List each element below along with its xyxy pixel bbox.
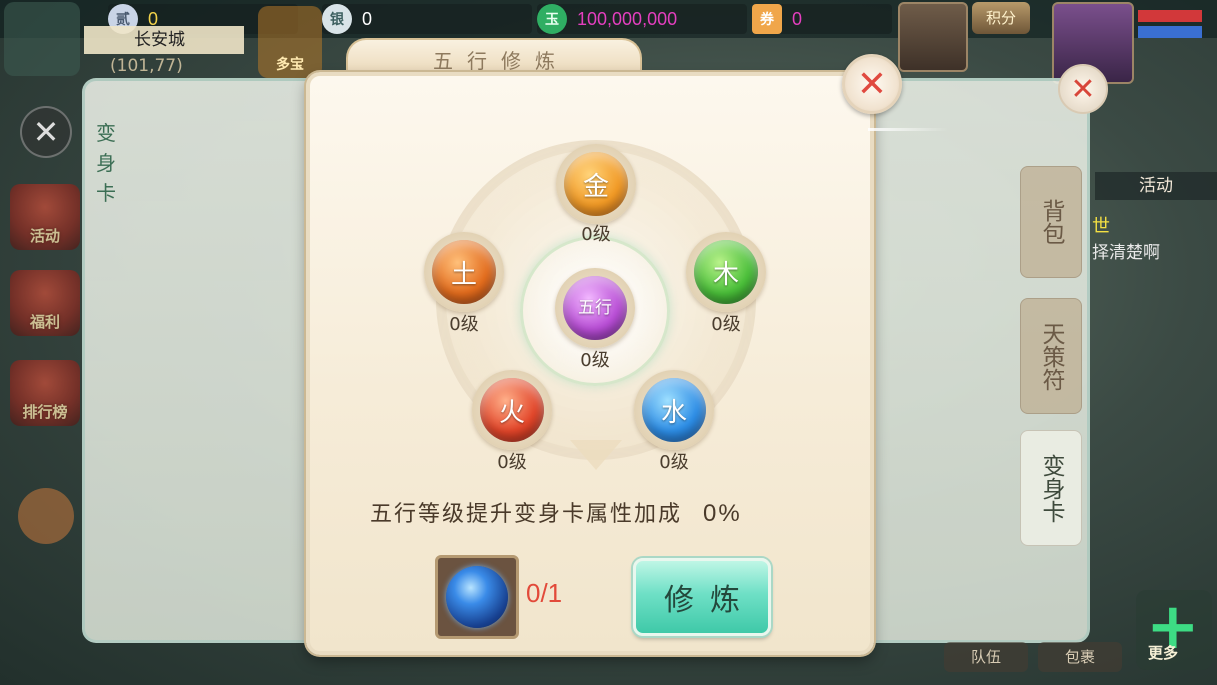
activity-line-1: 世 (1092, 216, 1110, 237)
tab-bag[interactable]: 背包 (1020, 166, 1082, 278)
metal-icon: 金 (564, 152, 628, 216)
silver-ingot-icon: 银 (322, 4, 352, 34)
element-center-level: 0级 (580, 350, 610, 371)
card-window-close-button[interactable]: ✕ (1058, 64, 1108, 114)
points-button[interactable]: 积分 (972, 2, 1030, 34)
mp-bar (1138, 26, 1202, 38)
resource-ticket[interactable]: 券 0 (752, 4, 892, 34)
resource-jade[interactable]: 玉 100,000,000 (537, 4, 747, 34)
material-count: 0/1 (526, 578, 563, 608)
activity-line-2: 择清楚啊 (1092, 243, 1160, 263)
element-metal-orb[interactable]: 金 (556, 144, 636, 224)
cultivate-button[interactable]: 修炼 (633, 558, 771, 636)
sidebar-item-activity[interactable]: 活动 (10, 184, 80, 250)
sidebar-item-welfare[interactable]: 福利 (10, 270, 80, 336)
tab-tiance-charm[interactable]: 天策符 (1020, 298, 1082, 414)
sidebar-item-label: 活动 (29, 227, 60, 245)
resource-ticket-value: 0 (792, 8, 803, 29)
element-fire-level: 0级 (497, 452, 527, 473)
sidebar-item-ranking[interactable]: 排行榜 (10, 360, 80, 426)
element-center-orb[interactable]: 五行 (555, 268, 635, 348)
shop-button[interactable]: 多宝 (258, 6, 322, 78)
ticket-icon: 券 (752, 4, 782, 34)
element-metal-level: 0级 (581, 224, 611, 245)
tab-label: 背包 (1038, 199, 1064, 245)
spirit-orb-item-icon (446, 566, 508, 628)
inventory-button[interactable]: 包裹 (1038, 642, 1122, 672)
resource-jade-value: 100,000,000 (577, 8, 678, 29)
resource-silver-value: 0 (362, 8, 373, 29)
city-coordinates: (101,77) (110, 56, 183, 76)
sidebar-item-label: 福利 (29, 313, 60, 331)
close-icon[interactable]: ✕ (20, 106, 72, 158)
chat-icon[interactable] (18, 488, 74, 544)
map-button[interactable] (4, 2, 80, 76)
earth-icon: 土 (432, 240, 496, 304)
bonus-value: 0% (703, 500, 742, 527)
pet-avatar[interactable] (898, 2, 968, 72)
tab-label: 天策符 (1038, 321, 1064, 391)
element-wood-level: 0级 (711, 314, 741, 335)
more-label: 更多 (1148, 644, 1179, 662)
tab-label: 变身卡 (1038, 453, 1064, 523)
hp-bar (1138, 10, 1202, 22)
element-fire-orb[interactable]: 火 (472, 370, 552, 450)
element-water-orb[interactable]: 水 (634, 370, 714, 450)
team-button[interactable]: 队伍 (944, 642, 1028, 672)
water-icon: 水 (642, 378, 706, 442)
element-earth-orb[interactable]: 土 (424, 232, 504, 312)
cultivation-material-slot[interactable] (435, 555, 519, 639)
tab-transformation-card[interactable]: 变身卡 (1020, 430, 1082, 546)
cloud-ornament (868, 128, 948, 131)
card-window-title: 变身卡 (96, 121, 116, 205)
fire-icon: 火 (480, 378, 544, 442)
element-wood-orb[interactable]: 木 (686, 232, 766, 312)
wheel-pointer-icon (570, 440, 622, 470)
modal-close-button[interactable]: ✕ (842, 54, 902, 114)
resource-silver[interactable]: 银 0 (322, 4, 532, 34)
modal-title: 五行修炼 (433, 48, 569, 73)
jade-coin-icon: 玉 (537, 4, 567, 34)
shop-label: 多宝 (276, 57, 304, 73)
element-water-level: 0级 (659, 452, 689, 473)
activity-header: 活动 (1095, 172, 1217, 200)
element-earth-level: 0级 (449, 314, 479, 335)
bonus-label: 五行等级提升变身卡属性加成 (370, 502, 683, 527)
wuxing-icon: 五行 (563, 276, 627, 340)
wood-icon: 木 (694, 240, 758, 304)
sidebar-item-label: 排行榜 (22, 403, 68, 421)
attribute-bonus-text: 五行等级提升变身卡属性加成 0% (370, 496, 742, 528)
city-name: 长安城 (84, 26, 244, 54)
